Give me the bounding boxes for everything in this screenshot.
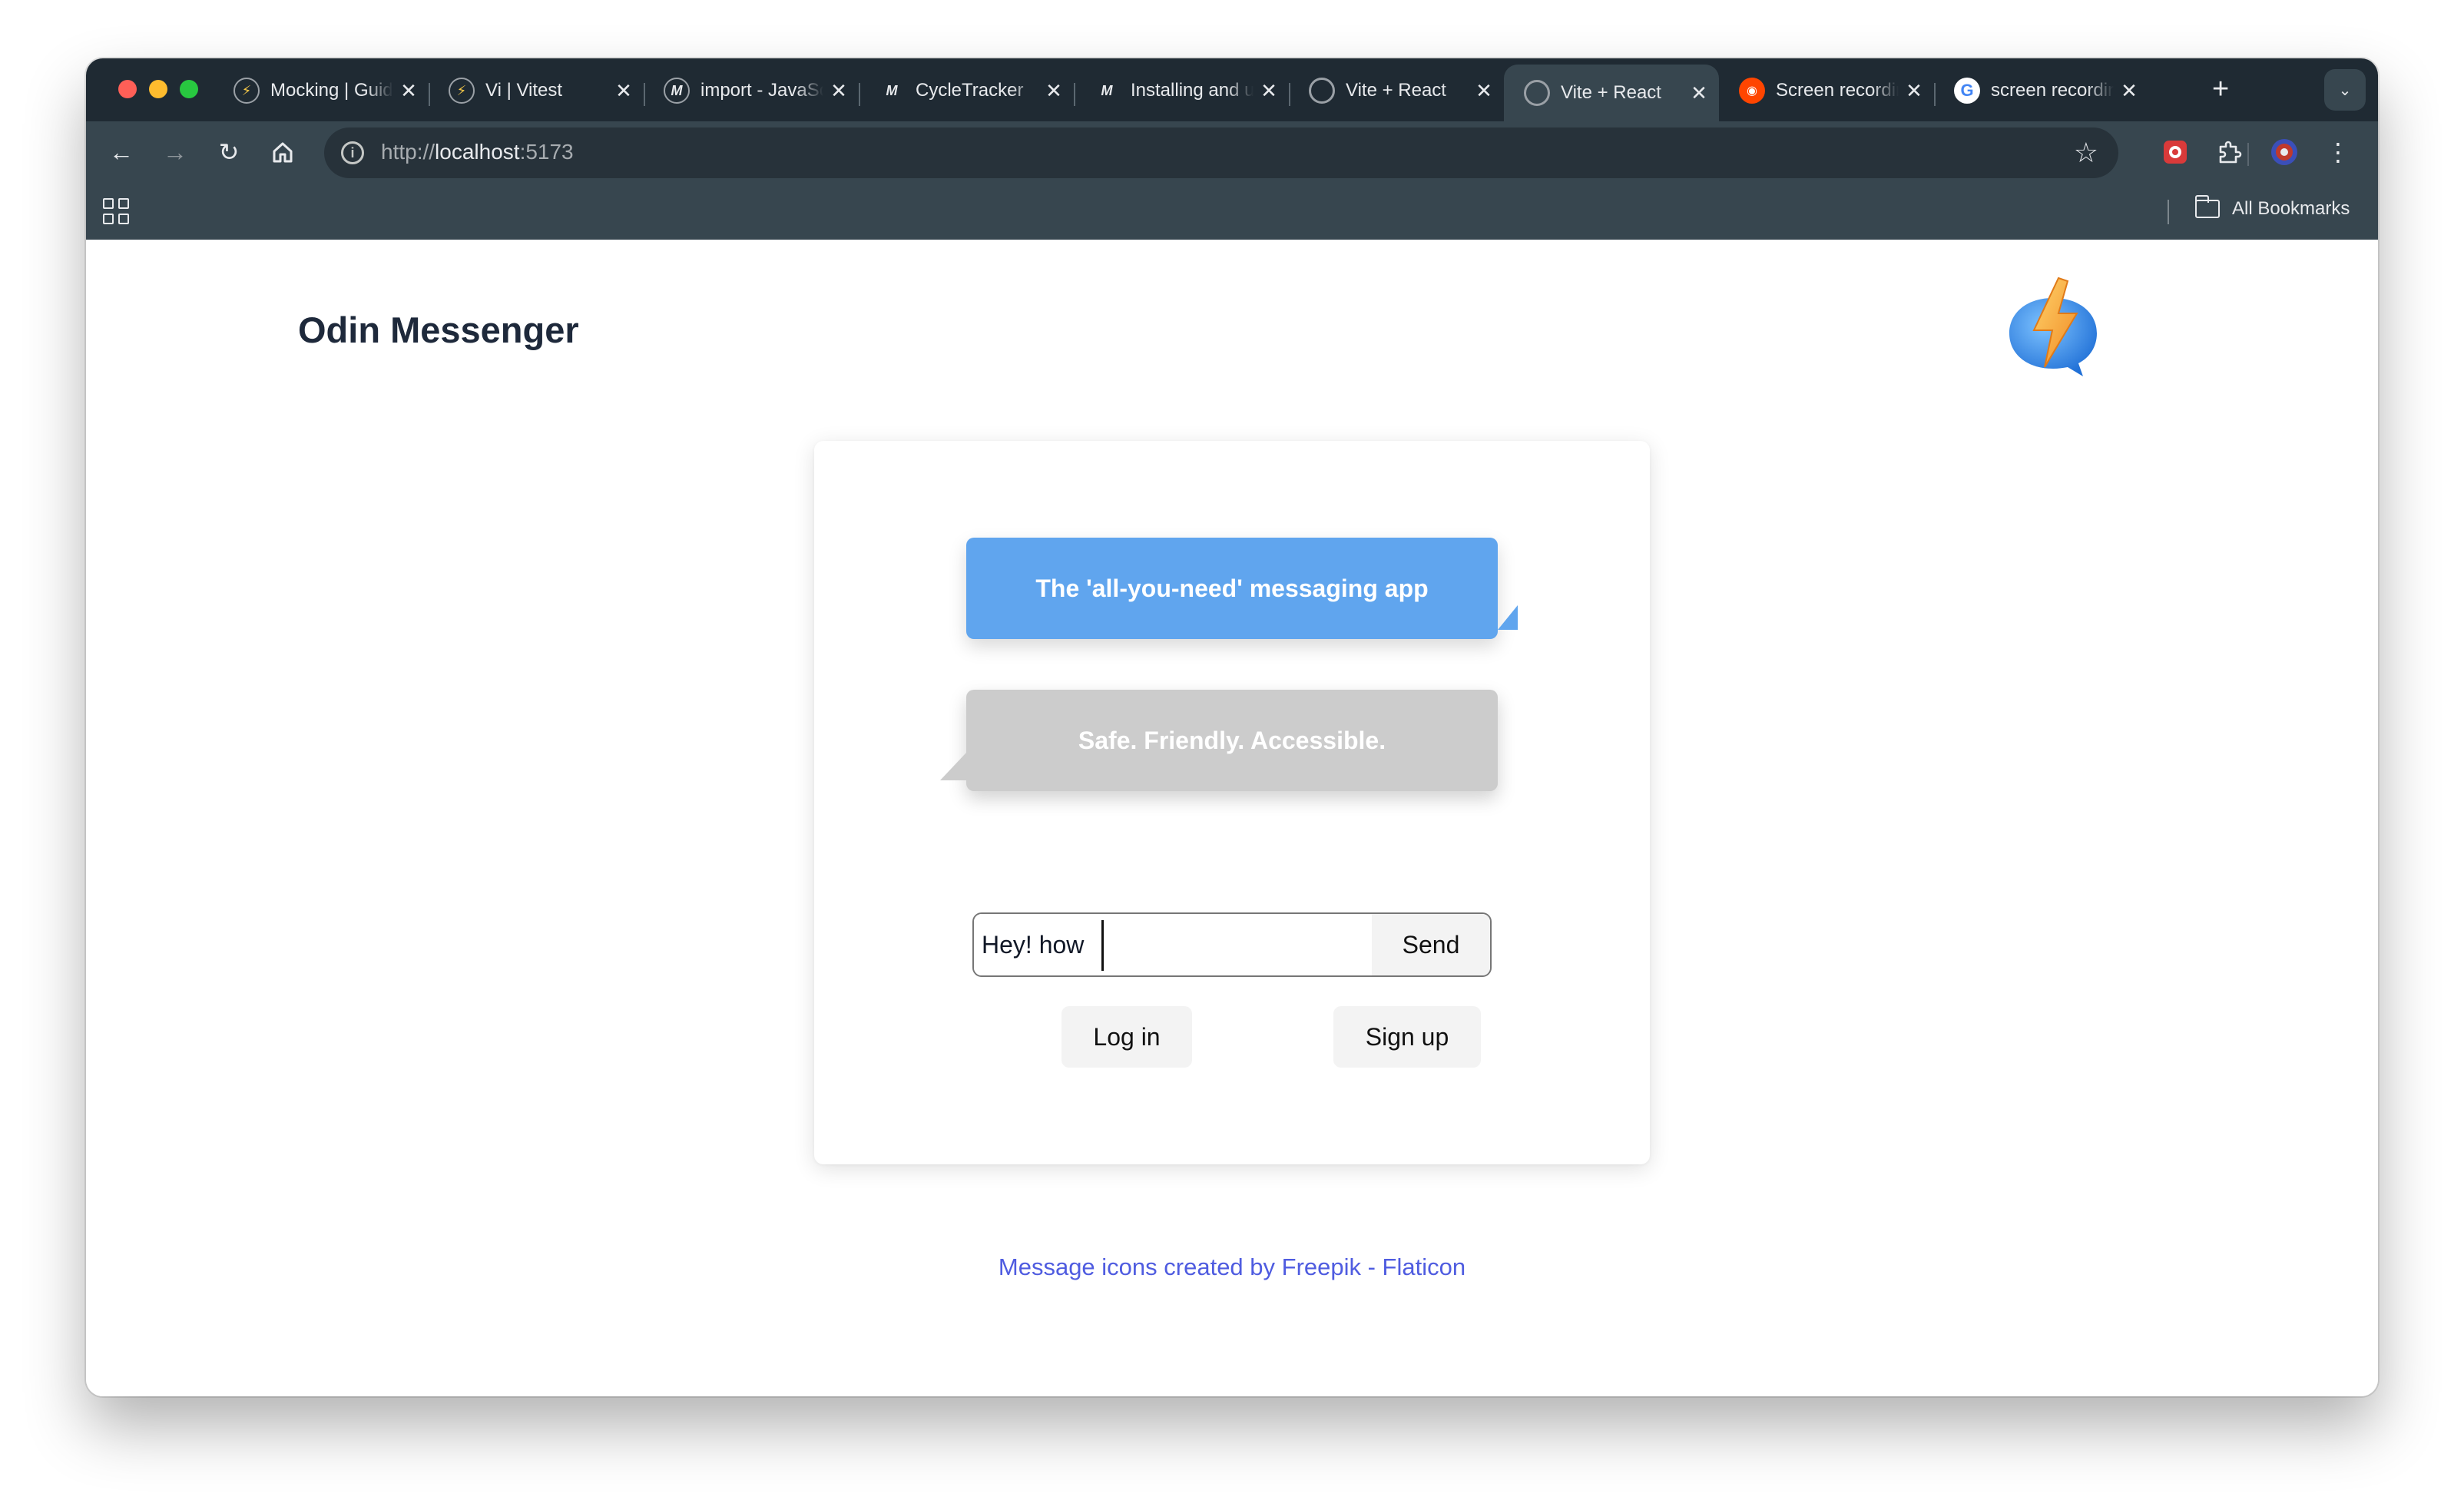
reload-button[interactable]: ↻	[209, 132, 249, 172]
tab-separator	[859, 83, 860, 106]
url-host: localhost	[435, 140, 520, 164]
tab-separator	[1934, 83, 1936, 106]
tab-cycletracker[interactable]: M CycleTracker ✕	[859, 68, 1074, 114]
url-scheme: http://	[381, 140, 436, 164]
tab-separator	[429, 83, 430, 106]
message-input[interactable]	[974, 914, 1372, 975]
message-form: Send	[972, 912, 1492, 977]
bookmark-star-icon[interactable]: ☆	[2074, 137, 2098, 169]
browser-window: ⚡ Mocking | Guide | Vitest ✕ ⚡ Vi | Vite…	[86, 58, 2378, 1396]
close-tab-icon[interactable]: ✕	[1899, 79, 1929, 103]
close-tab-icon[interactable]: ✕	[608, 79, 639, 103]
close-tab-icon[interactable]: ✕	[393, 79, 424, 103]
tab-mocking-vitest[interactable]: ⚡ Mocking | Guide | Vitest ✕	[214, 68, 429, 114]
extensions-menu-button[interactable]	[2209, 132, 2249, 172]
tab-title: import - JavaScript | MDN	[700, 80, 823, 101]
puzzle-piece-icon	[2219, 141, 2242, 164]
bookmarks-divider	[2168, 200, 2169, 224]
page-content: Odin Messenger The 'all-you-need' messag…	[86, 240, 2378, 1396]
minimize-window-button[interactable]	[149, 80, 167, 98]
mdn-icon: M	[664, 78, 690, 104]
avatar	[2271, 139, 2297, 165]
tab-vi-vitest[interactable]: ⚡ Vi | Vitest ✕	[429, 68, 644, 114]
bookmarks-bar: All Bookmarks	[86, 183, 2378, 240]
mdn-icon: M	[886, 82, 898, 98]
page-title: Odin Messenger	[298, 310, 579, 350]
tab-title: screen recording	[1991, 80, 2114, 101]
tab-screen-recording-google[interactable]: G screen recording ✕	[1934, 68, 2149, 114]
tab-vite-react[interactable]: Vite + React ✕	[1289, 68, 1504, 114]
tab-search-button[interactable]: ⌄	[2324, 69, 2366, 111]
toolbar-divider	[2247, 143, 2249, 166]
vitest-icon: ⚡	[233, 78, 260, 104]
signup-button[interactable]: Sign up	[1333, 1006, 1481, 1068]
text-caret	[1101, 920, 1104, 971]
arrow-right-icon: →	[163, 137, 187, 166]
chevron-down-icon: ⌄	[2338, 81, 2352, 99]
icon-attribution-link[interactable]: Message icons created by Freepik - Flati…	[86, 1253, 2378, 1281]
close-tab-icon[interactable]: ✕	[1469, 79, 1499, 103]
tab-screen-recording-reddit[interactable]: ◉ Screen recording ✕	[1719, 68, 1934, 114]
url-port: :5173	[519, 140, 574, 164]
tab-separator	[644, 83, 645, 106]
tab-installing-pwas[interactable]: M Installing and uninstalling PWAs ✕	[1074, 68, 1289, 114]
tagline-bubble-primary: The 'all-you-need' messaging app	[966, 538, 1518, 639]
browser-menu-button[interactable]: ⋮	[2318, 132, 2358, 172]
tab-separator	[1074, 83, 1075, 106]
all-bookmarks-button[interactable]: All Bookmarks	[2194, 195, 2350, 220]
site-info-icon[interactable]: i	[341, 141, 364, 164]
forward-button[interactable]: →	[155, 132, 195, 172]
home-icon	[273, 142, 293, 163]
tab-import-mdn[interactable]: M import - JavaScript | MDN ✕	[644, 68, 859, 114]
tab-title: Vite + React	[1561, 82, 1661, 103]
reload-icon: ↻	[218, 138, 240, 166]
extension-app-icon	[2164, 141, 2187, 164]
arrow-left-icon: ←	[109, 137, 134, 166]
back-button[interactable]: ←	[101, 132, 141, 172]
new-tab-button[interactable]: +	[2212, 74, 2229, 104]
tab-title: Mocking | Guide | Vitest	[270, 80, 393, 101]
all-bookmarks-label: All Bookmarks	[2232, 198, 2350, 219]
globe-icon	[1524, 80, 1550, 106]
tab-vite-react-active[interactable]: Vite + React ✕	[1504, 65, 1719, 121]
login-button[interactable]: Log in	[1061, 1006, 1192, 1068]
profile-button[interactable]	[2264, 132, 2304, 172]
tab-title: Installing and uninstalling PWAs	[1131, 80, 1254, 101]
close-tab-icon[interactable]: ✕	[1684, 81, 1714, 105]
mdn-icon: M	[1101, 82, 1113, 98]
browser-toolbar: ← → ↻ i http://localhost:5173 ☆ ⋮	[86, 121, 2378, 183]
send-button[interactable]: Send	[1372, 914, 1490, 975]
home-button[interactable]	[263, 132, 303, 172]
tab-strip: ⚡ Mocking | Guide | Vitest ✕ ⚡ Vi | Vite…	[86, 58, 2378, 121]
maximize-window-button[interactable]	[180, 80, 198, 98]
globe-icon	[1309, 78, 1335, 104]
close-window-button[interactable]	[118, 80, 137, 98]
extension-button[interactable]	[2155, 132, 2195, 172]
folder-icon	[2194, 195, 2220, 218]
close-tab-icon[interactable]: ✕	[1254, 79, 1284, 103]
more-vert-icon: ⋮	[2326, 138, 2350, 166]
apps-grid-icon[interactable]	[103, 198, 129, 224]
google-icon: G	[1954, 78, 1980, 104]
chat-bubble-lightning-logo	[2009, 277, 2097, 376]
address-bar[interactable]: i http://localhost:5173 ☆	[324, 127, 2118, 178]
welcome-card: The 'all-you-need' messaging app Safe. F…	[814, 441, 1650, 1164]
tagline-bubble-secondary: Safe. Friendly. Accessible.	[940, 690, 1498, 791]
tab-title: Screen recording	[1776, 80, 1899, 101]
url-text: http://localhost:5173	[381, 140, 574, 164]
tab-title: Vi | Vitest	[485, 80, 563, 101]
close-tab-icon[interactable]: ✕	[1038, 79, 1069, 103]
tab-title: Vite + React	[1346, 80, 1446, 101]
vitest-icon: ⚡	[449, 78, 475, 104]
tab-title: CycleTracker	[916, 80, 1024, 101]
close-tab-icon[interactable]: ✕	[823, 79, 854, 103]
close-tab-icon[interactable]: ✕	[2114, 79, 2144, 103]
tab-separator	[1289, 83, 1290, 106]
reddit-icon: ◉	[1739, 78, 1765, 104]
